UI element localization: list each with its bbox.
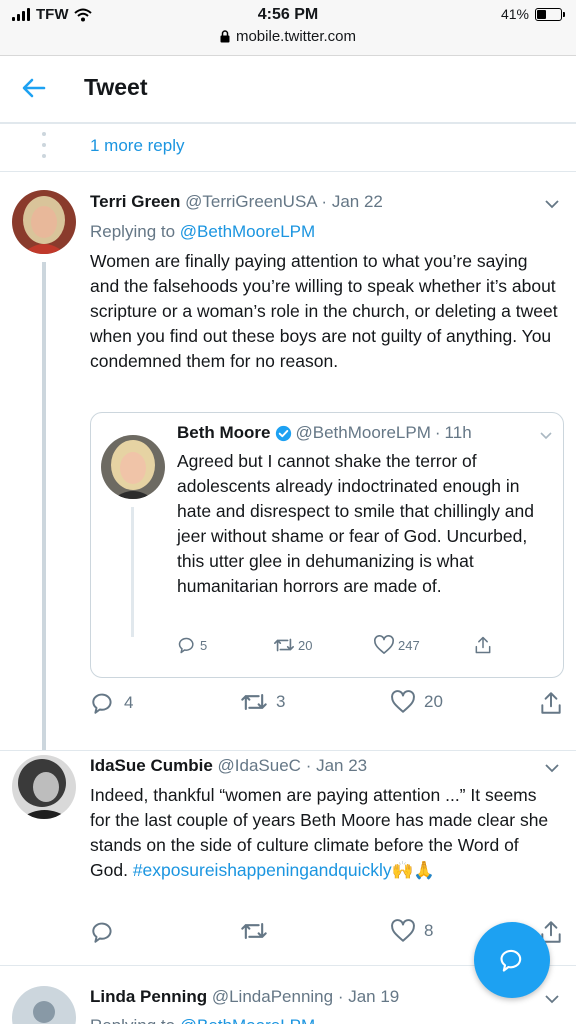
share-button[interactable] xyxy=(538,690,564,716)
replying-prefix: Replying to xyxy=(90,222,176,241)
like-count: 8 xyxy=(424,921,434,940)
replying-to: Replying to @BethMooreLPM xyxy=(90,1016,315,1024)
author-name[interactable]: IdaSue Cumbie xyxy=(90,756,213,775)
battery-percent: 41% xyxy=(500,6,529,22)
meta-separator: · xyxy=(434,423,441,442)
battery-status: 41% xyxy=(500,6,565,22)
emoji: 🙌🙏 xyxy=(391,860,436,880)
meta-separator: · xyxy=(333,987,349,1006)
thread-line xyxy=(42,262,46,750)
thread-line xyxy=(131,507,134,637)
heart-icon xyxy=(374,635,394,654)
clock: 4:56 PM xyxy=(257,6,319,23)
retweet-button[interactable]: 3 xyxy=(240,690,285,714)
reply-icon xyxy=(92,693,112,714)
tweet-text: Women are finally paying attention to wh… xyxy=(90,251,558,371)
retweet-button[interactable] xyxy=(240,919,276,943)
hashtag-link[interactable]: #exposureishappeningandquickly xyxy=(133,860,392,880)
status-bar: TFW 4:56 PM 41% mobile.twitter.com xyxy=(0,0,576,56)
quote-header: Beth Moore @BethMooreLPM · 11h xyxy=(177,423,472,443)
tweet-date[interactable]: Jan 23 xyxy=(316,756,367,775)
reply-button[interactable]: 5 xyxy=(177,635,207,655)
tweet[interactable]: Terri Green @TerriGreenUSA · Jan 22 Repl… xyxy=(0,172,576,750)
author-handle[interactable]: @IdaSueC xyxy=(218,756,301,775)
quote-actions: 5 20 247 xyxy=(177,635,507,659)
tweet-actions: 4 3 20 xyxy=(90,690,566,716)
retweet-icon xyxy=(241,922,267,940)
tweet-text: Indeed, thankful “women are paying atten… xyxy=(90,783,560,883)
like-button[interactable]: 8 xyxy=(390,919,433,943)
heart-icon xyxy=(391,690,415,713)
tweet-date[interactable]: Jan 19 xyxy=(348,987,399,1006)
retweet-icon xyxy=(241,693,267,711)
retweet-count: 20 xyxy=(298,637,313,653)
like-button[interactable]: 247 xyxy=(373,635,420,655)
reply-button[interactable]: 4 xyxy=(90,690,133,716)
replying-handle-link[interactable]: @BethMooreLPM xyxy=(180,1016,315,1024)
share-icon xyxy=(541,692,561,714)
page-header: Tweet xyxy=(0,56,576,124)
more-replies-link[interactable]: 1 more reply xyxy=(90,136,184,156)
more-replies-row[interactable]: 1 more reply xyxy=(0,124,576,172)
author-name[interactable]: Terri Green xyxy=(90,192,180,211)
quote-text: Agreed but I cannot shake the terror of … xyxy=(177,451,535,596)
tweet-header: IdaSue Cumbie @IdaSueC · Jan 23 xyxy=(90,756,367,776)
author-handle[interactable]: @BethMooreLPM xyxy=(296,423,431,443)
quoted-tweet[interactable]: Beth Moore @BethMooreLPM · 11h Agreed bu… xyxy=(90,412,564,678)
url-text: mobile.twitter.com xyxy=(235,28,357,45)
reply-count: 4 xyxy=(124,693,134,712)
author-handle[interactable]: @TerriGreenUSA xyxy=(185,192,317,211)
chevron-down-icon[interactable] xyxy=(539,431,553,440)
tweet-date[interactable]: Jan 22 xyxy=(332,192,383,211)
address-bar[interactable]: mobile.twitter.com xyxy=(0,28,576,45)
tweet-header: Terri Green @TerriGreenUSA · Jan 22 xyxy=(90,192,383,212)
tweet-time[interactable]: 11h xyxy=(445,423,472,443)
avatar[interactable] xyxy=(101,435,165,499)
chevron-down-icon[interactable] xyxy=(544,199,560,209)
retweet-button[interactable]: 20 xyxy=(273,635,312,655)
lock-icon xyxy=(220,30,230,43)
like-button[interactable]: 20 xyxy=(390,690,443,714)
like-count: 247 xyxy=(398,637,420,653)
reply-button[interactable] xyxy=(90,919,124,945)
arrow-left-icon[interactable] xyxy=(20,74,48,102)
replying-prefix: Replying to xyxy=(90,1016,175,1024)
avatar[interactable] xyxy=(12,190,76,254)
avatar[interactable] xyxy=(12,755,76,819)
author-handle[interactable]: @LindaPenning xyxy=(212,987,333,1006)
thread-dots-icon xyxy=(42,132,46,158)
tweet-header: Linda Penning @LindaPenning · Jan 19 xyxy=(90,987,399,1007)
replying-handle-link[interactable]: @BethMooreLPM xyxy=(180,222,315,241)
replying-to: Replying to @BethMooreLPM xyxy=(90,222,315,242)
meta-separator: · xyxy=(300,756,317,775)
page-title: Tweet xyxy=(84,74,148,100)
reply-icon xyxy=(92,922,112,943)
share-button[interactable] xyxy=(473,635,493,655)
share-icon xyxy=(475,636,491,654)
heart-icon xyxy=(391,919,415,942)
retweet-icon xyxy=(274,638,294,652)
like-count: 20 xyxy=(424,692,443,711)
avatar[interactable] xyxy=(12,986,76,1024)
reply-icon xyxy=(178,637,194,654)
verified-badge-icon xyxy=(275,425,291,441)
chevron-down-icon[interactable] xyxy=(544,994,560,1004)
reply-count: 5 xyxy=(200,637,208,653)
author-name[interactable]: Beth Moore xyxy=(177,423,271,443)
battery-icon xyxy=(535,7,565,21)
meta-separator: · xyxy=(316,192,332,211)
compose-reply-icon xyxy=(500,949,522,972)
chevron-down-icon[interactable] xyxy=(544,763,560,773)
author-name[interactable]: Linda Penning xyxy=(90,987,207,1006)
retweet-count: 3 xyxy=(276,692,286,711)
compose-reply-button[interactable] xyxy=(474,922,550,998)
